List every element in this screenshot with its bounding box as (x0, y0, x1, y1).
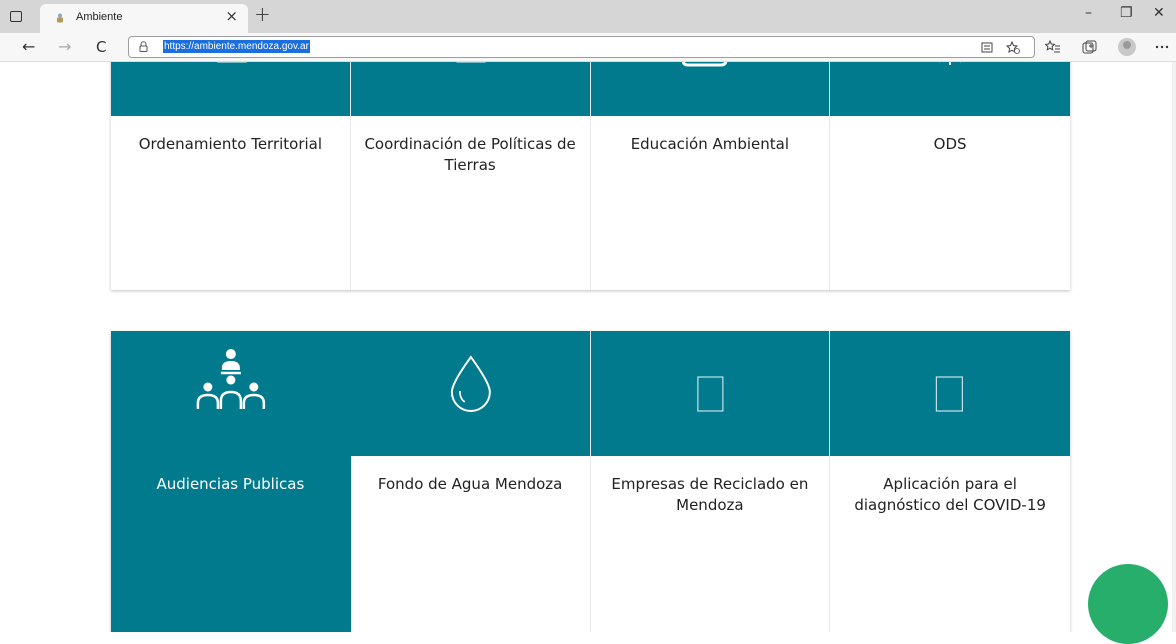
tab-title: Ambiente (76, 11, 123, 23)
tab-actions-icon[interactable] (10, 11, 22, 22)
card-empresas-reciclado[interactable]: Empresas de Reciclado en Mendoza (590, 331, 831, 632)
url-text[interactable]: https://ambiente.mendoza.gov.ar (163, 40, 310, 53)
tab-close-button[interactable]: × (225, 7, 238, 25)
square-outline-icon (217, 62, 247, 63)
globe-icon (939, 62, 962, 65)
close-window-button[interactable]: ✕ (1153, 5, 1165, 21)
back-button[interactable]: ← (22, 37, 35, 56)
favorite-add-icon[interactable] (1006, 41, 1020, 54)
favorites-icon[interactable] (1045, 40, 1061, 54)
card-title: Educación Ambiental (630, 135, 790, 153)
reload-button[interactable]: C (96, 38, 106, 56)
square-outline-icon (456, 62, 486, 63)
page-viewport: Ordenamiento Territorial Coordinación de… (0, 62, 1176, 632)
card-ods[interactable]: ODS (830, 62, 1070, 290)
read-aloud-icon[interactable] (981, 42, 993, 53)
favicon-icon (57, 13, 63, 23)
square-outline-icon (936, 376, 964, 412)
browser-tab-bar: Ambiente × + – ❐ ✕ (0, 0, 1176, 33)
card-educacion-ambiental[interactable]: Educación Ambiental (590, 62, 831, 290)
card-title: Empresas de Reciclado en Mendoza (611, 475, 809, 514)
services-row-1: Ordenamiento Territorial Coordinación de… (111, 62, 1070, 290)
collections-icon[interactable] (1082, 40, 1097, 55)
square-outline-icon (696, 376, 723, 412)
card-title: ODS (933, 135, 967, 153)
card-title: Audiencias Publicas (156, 475, 305, 493)
browser-tab[interactable]: Ambiente × (40, 4, 248, 33)
card-fondo-agua-mendoza[interactable]: Fondo de Agua Mendoza (350, 331, 591, 632)
profile-icon[interactable] (1118, 38, 1136, 56)
lock-icon[interactable] (139, 41, 148, 52)
page-scrollbar[interactable] (1172, 62, 1176, 632)
forward-button[interactable]: → (58, 37, 71, 56)
card-audiencias-publicas[interactable]: Audiencias Publicas (111, 331, 351, 632)
browser-toolbar: ← → C https://ambiente.mendoza.gov.ar (0, 33, 1176, 62)
card-header (590, 62, 830, 116)
services-row-2: Audiencias Publicas Fondo de Agua Mendoz… (111, 331, 1070, 632)
card-header (830, 62, 1070, 116)
card-title: Aplicación para el diagnóstico del COVID… (854, 475, 1046, 514)
card-ordenamiento-territorial[interactable]: Ordenamiento Territorial (111, 62, 351, 290)
more-icon[interactable] (1155, 45, 1169, 49)
card-header (350, 331, 590, 456)
card-aplicacion-covid19[interactable]: Aplicación para el diagnóstico del COVID… (830, 331, 1070, 632)
card-title: Fondo de Agua Mendoza (377, 475, 563, 493)
card-header (830, 331, 1070, 456)
address-bar[interactable]: https://ambiente.mendoza.gov.ar (128, 36, 1035, 58)
new-tab-button[interactable]: + (254, 2, 271, 26)
card-header (111, 331, 350, 456)
audience-icon (196, 349, 266, 409)
card-header (111, 62, 350, 116)
water-drop-icon (450, 355, 491, 412)
floating-action-button[interactable] (1088, 564, 1168, 644)
card-title: Coordinación de Políticas de Tierras (364, 135, 576, 174)
minimize-button[interactable]: – (1085, 5, 1092, 21)
board-icon (681, 62, 727, 67)
card-header (350, 62, 590, 116)
card-header (590, 331, 830, 456)
card-title: Ordenamiento Territorial (138, 135, 323, 153)
restore-button[interactable]: ❐ (1120, 5, 1133, 21)
card-coordinacion-politicas-tierras[interactable]: Coordinación de Políticas de Tierras (350, 62, 591, 290)
